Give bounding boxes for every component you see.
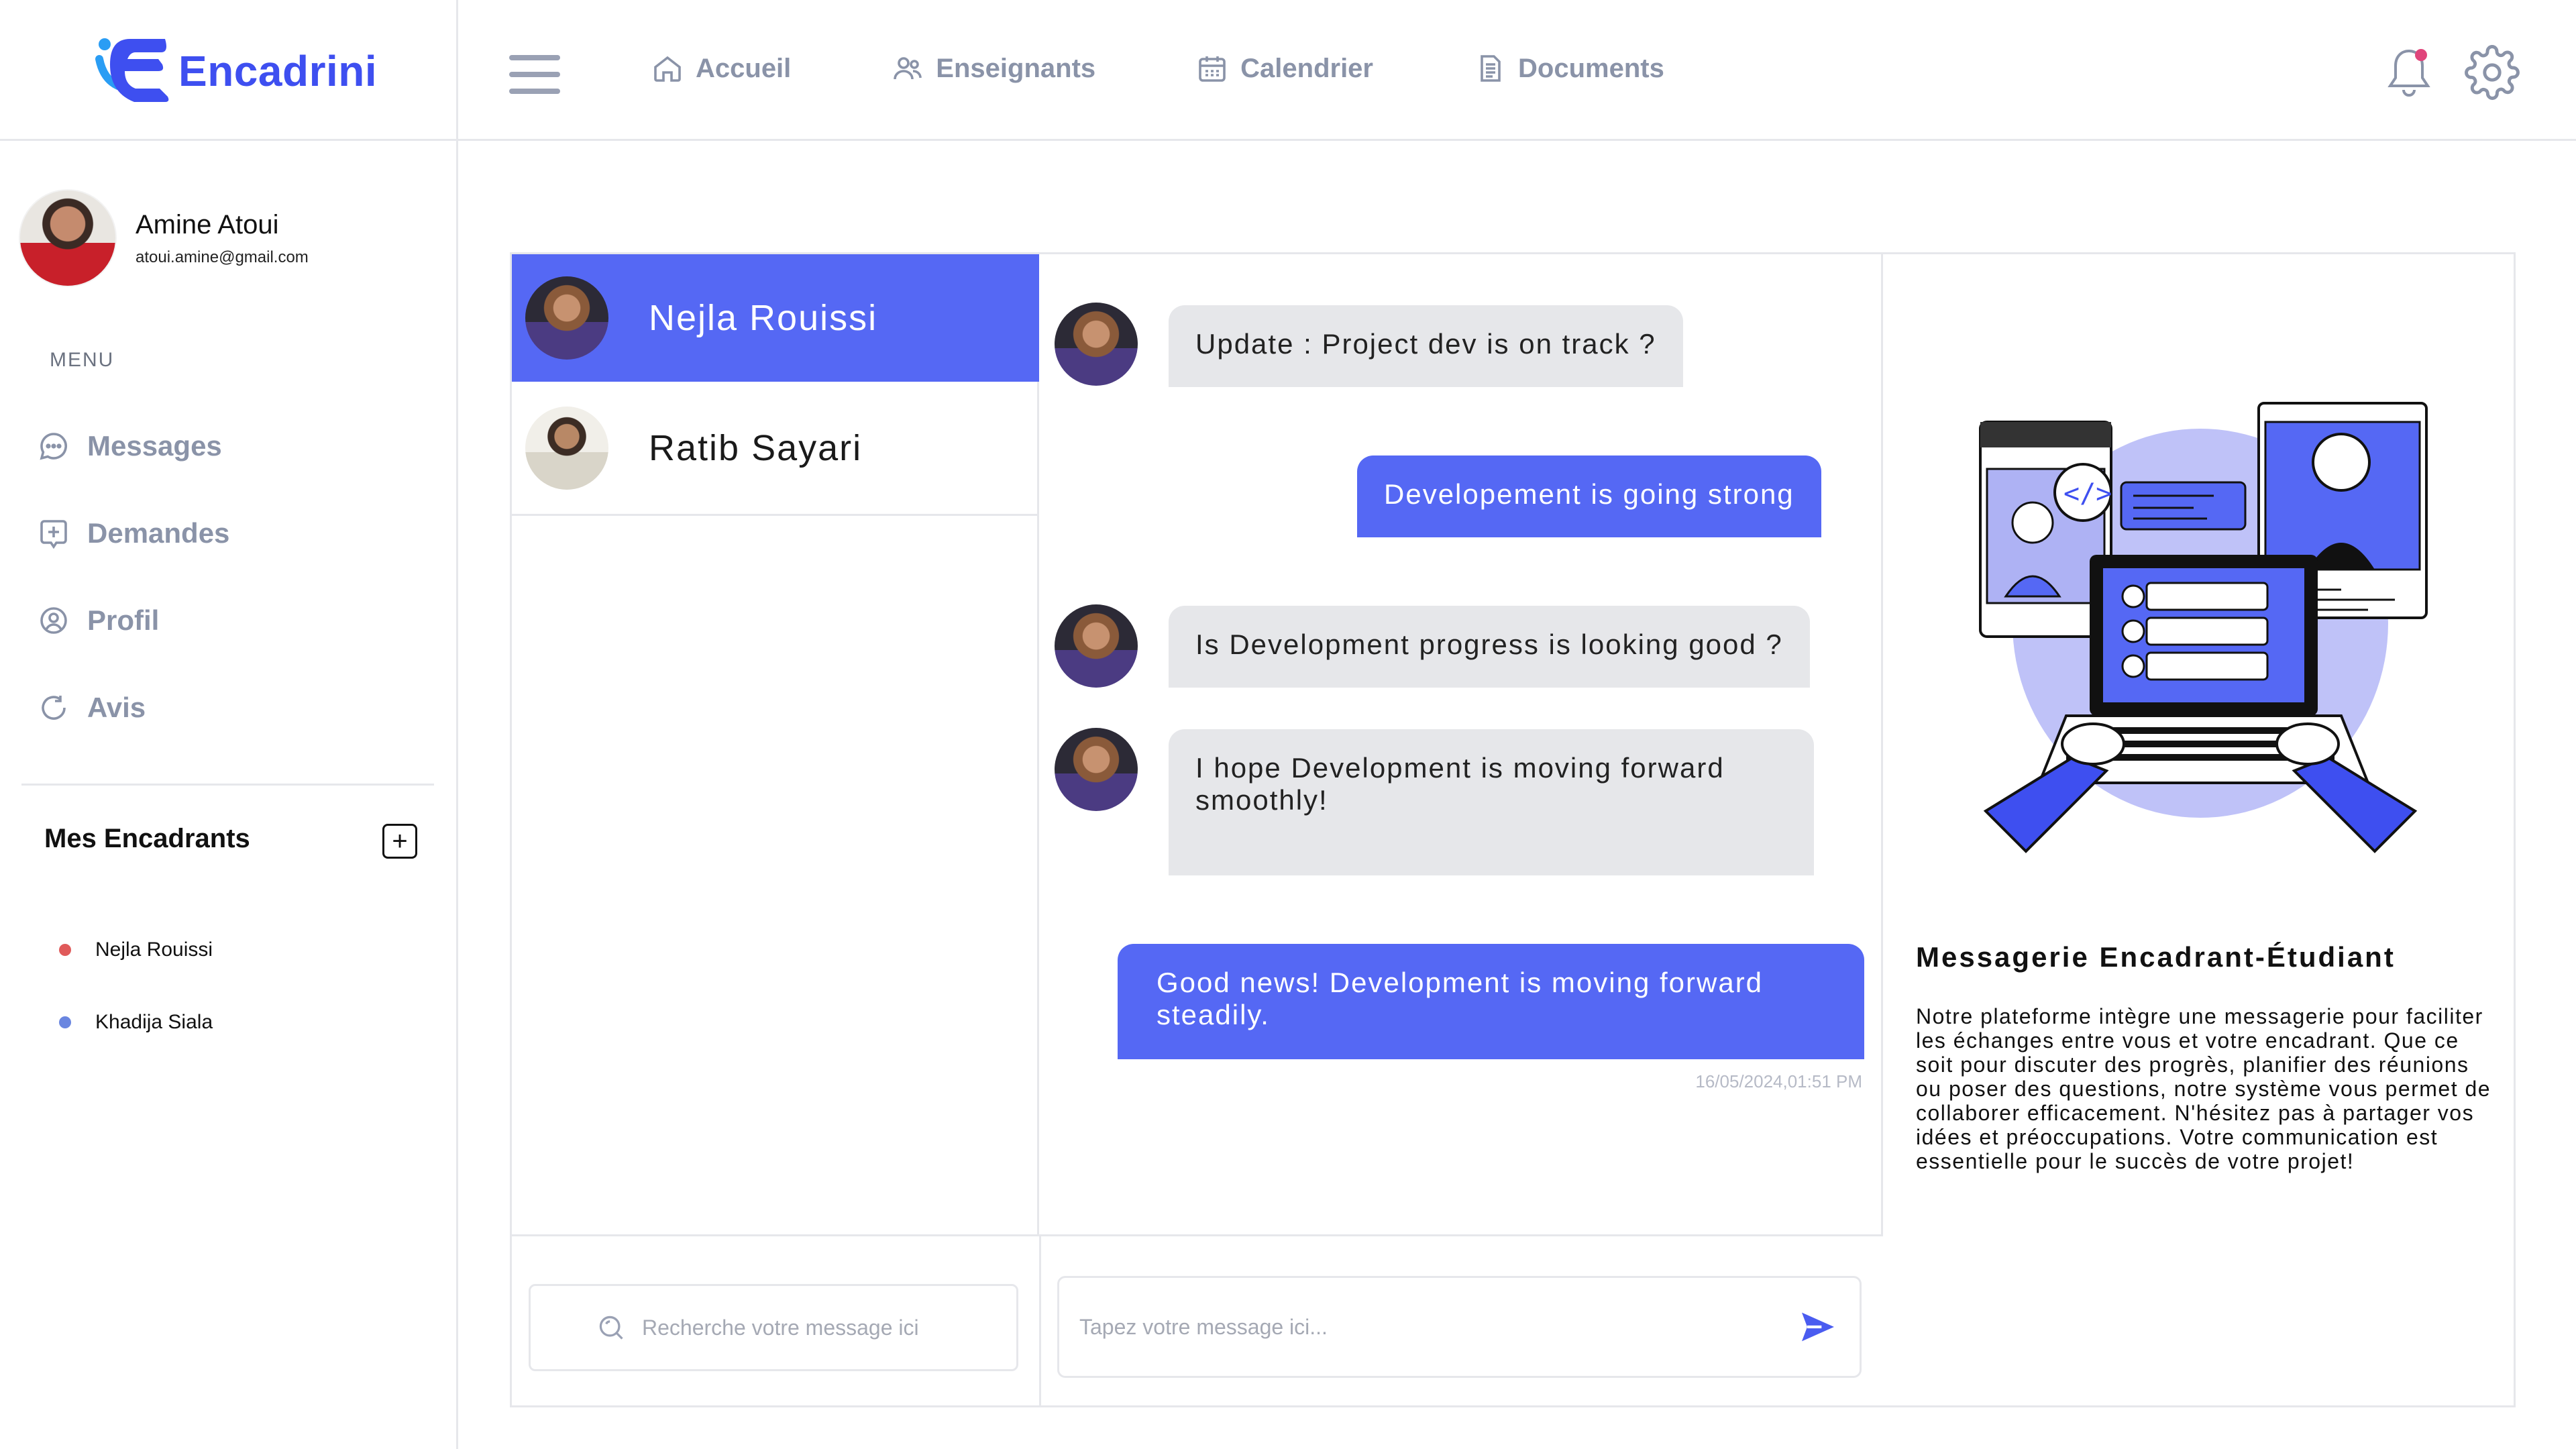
avatar <box>525 406 608 490</box>
contact-item-active[interactable]: Nejla Rouissi <box>512 254 1039 382</box>
list-item[interactable]: Khadija Siala <box>59 986 213 1059</box>
message-input[interactable] <box>1079 1314 1796 1340</box>
search-box[interactable] <box>529 1284 1018 1371</box>
tab-documents[interactable]: Documents <box>1474 52 1664 85</box>
status-dot <box>59 944 71 956</box>
sidebar-nav: Messages Demandes Profil Avis <box>38 402 229 751</box>
chat-thread: Update : Project dev is on track ? Devel… <box>1041 254 1883 1234</box>
search-input[interactable] <box>642 1315 951 1340</box>
tab-label: Calendrier <box>1240 53 1373 83</box>
encadrants-title: Mes Encadrants <box>44 824 250 853</box>
tab-calendrier[interactable]: Calendrier <box>1196 52 1373 85</box>
logo-icon <box>95 38 169 102</box>
sidebar-divider <box>0 139 458 141</box>
users-icon <box>894 57 922 80</box>
menu-title: MENU <box>50 349 115 371</box>
sidebar-item-avis[interactable]: Avis <box>38 664 229 751</box>
chat-bubble-icon <box>40 433 67 460</box>
calendar-icon <box>1199 56 1226 82</box>
encadrant-name: Nejla Rouissi <box>95 938 213 961</box>
message-incoming: Is Development progress is looking good … <box>1169 606 1810 688</box>
input-row-separator <box>1039 1236 1041 1405</box>
svg-text:</>: </> <box>2063 478 2112 509</box>
message-timestamp: 16/05/2024,01:51 PM <box>1695 1071 1862 1091</box>
sidebar-item-label: Profil <box>87 604 160 636</box>
list-item[interactable]: Nejla Rouissi <box>59 914 213 986</box>
tab-enseignants[interactable]: Enseignants <box>892 52 1095 85</box>
refresh-icon <box>42 696 66 720</box>
encadrant-name: Khadija Siala <box>95 1011 213 1033</box>
status-dot <box>59 1016 71 1028</box>
user-circle-icon <box>40 607 67 634</box>
sidebar-item-messages[interactable]: Messages <box>38 402 229 490</box>
app-root: Encadrini Amine Atoui atoui.amine@gmail.… <box>0 0 2576 1449</box>
tab-accueil[interactable]: Accueil <box>651 52 791 85</box>
messaging-illustration: </> <box>1979 402 2428 853</box>
bell-icon[interactable] <box>2385 46 2433 99</box>
contacts-list: Nejla Rouissi Ratib Sayari <box>512 254 1039 1234</box>
contact-name: Ratib Sayari <box>649 427 863 468</box>
add-encadrant-button[interactable]: + <box>382 824 417 859</box>
document-icon <box>1481 55 1501 82</box>
search-icon <box>599 1316 623 1340</box>
tab-label: Documents <box>1518 53 1664 83</box>
sidebar-item-label: Demandes <box>87 517 230 549</box>
send-icon[interactable] <box>1796 1305 1839 1348</box>
sidebar-item-label: Avis <box>87 692 146 723</box>
plus-square-icon <box>40 520 67 549</box>
info-title: Messagerie Encadrant-Étudiant <box>1916 941 2396 973</box>
avatar <box>19 189 117 287</box>
sidebar-item-profil[interactable]: Profil <box>38 577 229 664</box>
topbar: Accueil Enseignants Calendrier Documents <box>458 0 2576 141</box>
top-nav: Accueil Enseignants Calendrier Documents <box>651 52 1664 85</box>
logo[interactable]: Encadrini <box>91 32 377 110</box>
contact-name: Nejla Rouissi <box>649 298 878 338</box>
sidebar-separator <box>21 784 434 786</box>
avatar <box>1055 303 1138 386</box>
message-incoming: Update : Project dev is on track ? <box>1169 305 1683 387</box>
avatar <box>1055 728 1138 811</box>
home-icon <box>654 56 681 82</box>
user-profile[interactable]: Amine Atoui atoui.amine@gmail.com <box>19 189 309 287</box>
encadrants-list: Nejla Rouissi Khadija Siala <box>59 914 213 1059</box>
info-panel: </> Messagerie Encadrant-Étudiant Notre … <box>1885 254 2514 1405</box>
message-incoming: I hope Development is moving forward smo… <box>1169 729 1814 875</box>
tab-label: Enseignants <box>936 53 1096 83</box>
message-outgoing: Developement is going strong <box>1357 455 1821 537</box>
avatar <box>525 276 608 360</box>
sidebar-item-demandes[interactable]: Demandes <box>38 490 229 577</box>
message-composer[interactable] <box>1057 1276 1862 1378</box>
tab-label: Accueil <box>696 53 792 83</box>
hamburger-menu-icon[interactable] <box>509 55 560 94</box>
sidebar-item-label: Messages <box>87 430 222 462</box>
sidebar: Encadrini Amine Atoui atoui.amine@gmail.… <box>0 0 458 1449</box>
contact-item[interactable]: Ratib Sayari <box>512 382 1039 516</box>
info-description: Notre plateforme intègre une messagerie … <box>1916 1004 2491 1173</box>
user-name: Amine Atoui <box>136 209 279 239</box>
avatar <box>1055 604 1138 688</box>
gear-icon[interactable] <box>2464 44 2520 101</box>
input-row-divider <box>512 1234 1883 1236</box>
message-outgoing: Good news! Development is moving forward… <box>1118 944 1864 1059</box>
user-email: atoui.amine@gmail.com <box>136 248 309 266</box>
logo-text: Encadrini <box>178 47 378 95</box>
